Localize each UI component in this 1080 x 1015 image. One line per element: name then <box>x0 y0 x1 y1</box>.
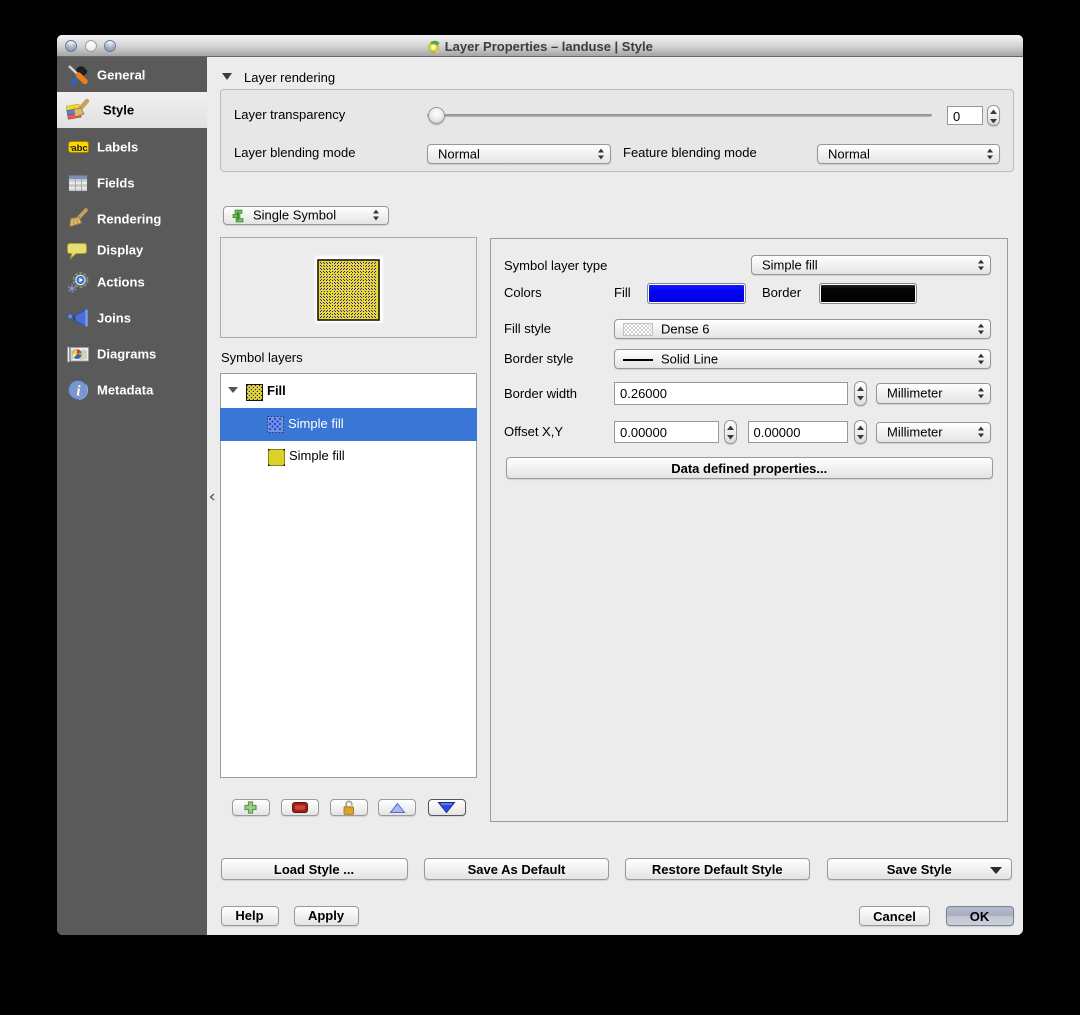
svg-text:abc: abc <box>71 143 87 154</box>
